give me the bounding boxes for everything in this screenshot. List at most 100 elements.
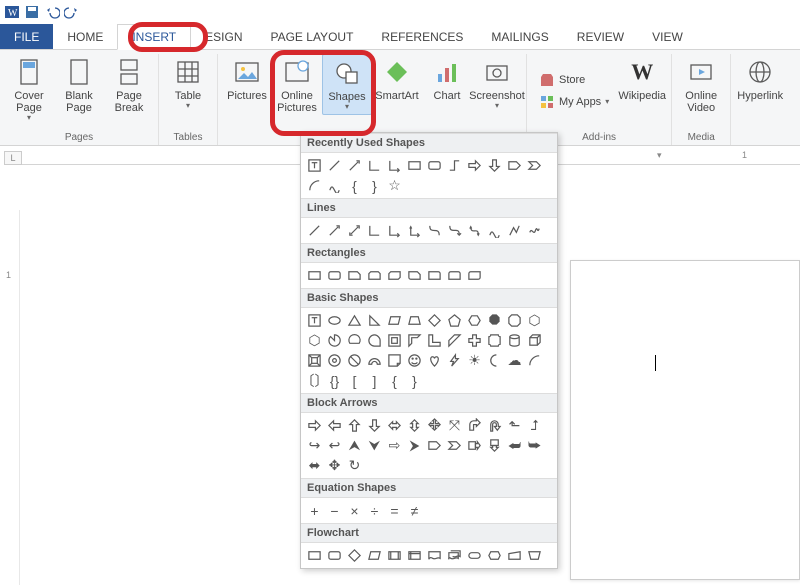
shape-dodecagon[interactable]: ⬡ [305,331,324,350]
shape-heart[interactable] [425,351,444,370]
shape-plaque[interactable] [485,331,504,350]
shape-l-shape[interactable] [425,331,444,350]
shape-hexagon[interactable] [465,311,484,330]
shape-cube[interactable] [525,331,544,350]
redo-icon[interactable] [64,4,80,20]
save-icon[interactable] [24,4,40,20]
shape-quad-callout[interactable]: ✥ [325,456,344,475]
shape-left-right-callout[interactable]: ⬌ [305,456,324,475]
smartart-button[interactable]: SmartArt [372,54,422,104]
shape-fc-data[interactable] [365,546,384,565]
shape-no-symbol[interactable] [345,351,364,370]
online-pictures-button[interactable]: Online Pictures [272,54,322,116]
shape-sun[interactable]: ☀ [465,351,484,370]
shape-heptagon[interactable]: ⯃ [485,311,504,330]
shape-snip-diag[interactable] [385,266,404,285]
tab-view[interactable]: VIEW [638,24,697,49]
shape-left-arrow[interactable] [325,416,344,435]
chart-button[interactable]: Chart [422,54,472,104]
shape-right-bracket[interactable]: ] [365,371,384,390]
shape-cross[interactable] [465,331,484,350]
shape-scribble[interactable] [525,221,544,240]
vertical-ruler[interactable]: 1 [2,210,20,585]
shape-diamond[interactable] [425,311,444,330]
shape-cloud[interactable]: ☁ [505,351,524,370]
shape-pentagon-arrow2[interactable] [425,436,444,455]
shape-teardrop[interactable] [365,331,384,350]
shape-fc-predefined[interactable] [385,546,404,565]
wikipedia-button[interactable]: W Wikipedia [617,54,667,104]
shape-half-frame[interactable] [405,331,424,350]
shape-curved-double-arrow[interactable] [465,221,484,240]
shape-rounded-rectangle[interactable] [425,156,444,175]
shape-double-bracket[interactable]: 〔〕 [305,371,324,390]
shapes-button[interactable]: Shapes▾ [322,54,372,115]
shape-folded-corner[interactable] [385,351,404,370]
shape-textbox[interactable] [305,156,324,175]
shape-diagonal-stripe[interactable] [445,331,464,350]
shape-chevron[interactable] [525,156,544,175]
shape-right-brace2[interactable]: } [405,371,424,390]
shape-chord[interactable] [345,331,364,350]
shape-line-arrow[interactable] [345,156,364,175]
shape-parallelogram[interactable] [385,311,404,330]
shape-fc-document[interactable] [425,546,444,565]
shape-curved-down[interactable]: ⮟ [365,436,384,455]
shape-connector-elbow2[interactable] [445,156,464,175]
blank-page-button[interactable]: Blank Page [54,54,104,116]
shape-line2[interactable] [305,221,324,240]
shape-curved-connector[interactable] [425,221,444,240]
shape-fc-decision[interactable] [345,546,364,565]
shape-right-callout[interactable] [465,436,484,455]
shape-uturn-arrow[interactable] [485,416,504,435]
shape-decagon[interactable]: ⬡ [525,311,544,330]
shape-multiply[interactable]: × [345,501,364,520]
shape-can[interactable] [505,331,524,350]
shape-rectangle[interactable] [405,156,424,175]
pictures-button[interactable]: Pictures [222,54,272,104]
shape-block-arc[interactable] [365,351,384,370]
shape-freeform[interactable] [505,221,524,240]
shape-curved-up[interactable]: ⮝ [345,436,364,455]
shape-arc[interactable] [305,176,324,195]
shape-round-rect[interactable] [325,266,344,285]
shape-right-brace[interactable]: } [365,176,384,195]
page-break-button[interactable]: Page Break [104,54,154,116]
screenshot-button[interactable]: Screenshot▾ [472,54,522,113]
shape-fc-preparation[interactable] [485,546,504,565]
shape-down-callout[interactable] [485,436,504,455]
tab-references[interactable]: REFERENCES [367,24,477,49]
shape-snip-single[interactable] [345,266,364,285]
hyperlink-button[interactable]: Hyperlink [735,54,785,104]
shape-pentagon-arrow[interactable] [505,156,524,175]
shape-striped-right[interactable]: ⇨ [385,436,404,455]
shape-up-down-arrow[interactable] [405,416,424,435]
tab-home[interactable]: HOME [53,24,117,49]
shape-round-single[interactable] [425,266,444,285]
shape-right-triangle[interactable] [365,311,384,330]
shape-curve2[interactable] [485,221,504,240]
shape-fc-process[interactable] [305,546,324,565]
shape-octagon[interactable] [505,311,524,330]
shape-arc2[interactable] [525,351,544,370]
shape-smiley[interactable] [405,351,424,370]
shape-frame[interactable] [385,331,404,350]
tab-insert[interactable]: INSERT [117,24,191,50]
shape-left-callout[interactable]: ⮨ [505,436,524,455]
cover-page-button[interactable]: Cover Page▾ [4,54,54,125]
my-apps-button[interactable]: My Apps ▾ [535,92,613,112]
shape-circular-arrow[interactable]: ↻ [345,456,364,475]
shape-fc-alt-process[interactable] [325,546,344,565]
shape-down-arrow[interactable] [485,156,504,175]
shape-right-arrow[interactable] [465,156,484,175]
shape-chevron2[interactable] [445,436,464,455]
shape-pie[interactable] [325,331,344,350]
shape-up-callout[interactable]: ⮩ [525,436,544,455]
shape-donut[interactable] [325,351,344,370]
shape-fc-internal-storage[interactable] [405,546,424,565]
shape-connector-elbow[interactable] [365,156,384,175]
shape-bent-up-arrow[interactable]: ⮥ [525,416,544,435]
shape-left-brace2[interactable]: { [385,371,404,390]
shape-triangle[interactable] [345,311,364,330]
table-button[interactable]: Table▾ [163,54,213,113]
